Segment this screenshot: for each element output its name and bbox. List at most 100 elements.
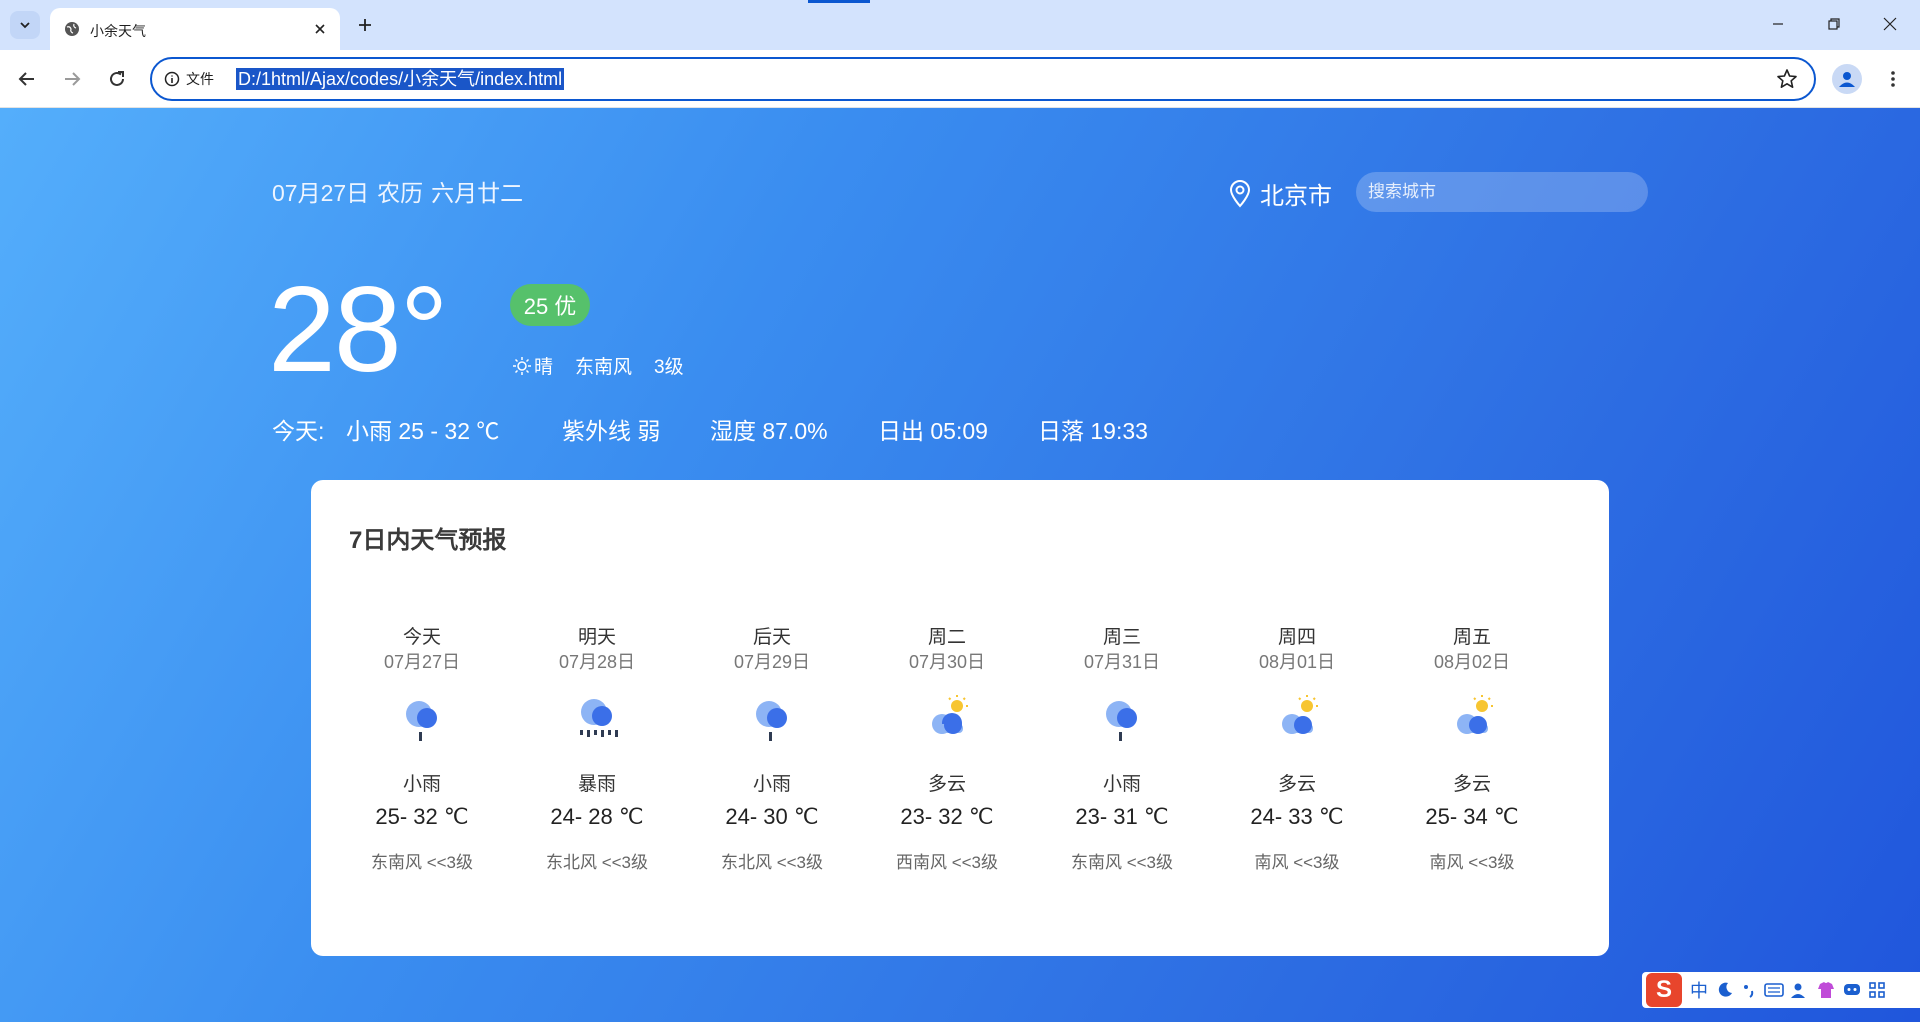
forecast-day: 周二 07月30日 多云 23- 32 ℃ 西南风 <<3级 — [872, 626, 1022, 873]
day-temp: 23- 32 ℃ — [900, 804, 994, 829]
day-condition: 多云 — [927, 774, 966, 795]
day-wind: 西南风 <<3级 — [895, 853, 999, 872]
day-wind: 东南风 <<3级 — [1070, 853, 1174, 872]
day-condition: 小雨 — [402, 774, 441, 795]
day-wind: 南风 <<3级 — [1429, 853, 1515, 872]
close-window-button[interactable] — [1862, 0, 1918, 48]
day-date: 07月31日 — [1083, 652, 1161, 672]
sunrise: 日出 05:09 — [878, 418, 988, 444]
chat-bot-icon[interactable] — [1842, 981, 1862, 999]
day-name: 后天 — [752, 627, 791, 648]
forecast-title: 7日内天气预报 — [349, 527, 507, 554]
close-icon — [1883, 17, 1897, 31]
day-condition: 小雨 — [752, 774, 791, 795]
skin-shirt-icon[interactable] — [1816, 981, 1836, 999]
sun-icon — [513, 356, 531, 375]
new-tab-button[interactable] — [352, 12, 378, 38]
url-scheme-label: 文件 — [186, 72, 214, 88]
day-date: 07月29日 — [733, 652, 811, 672]
day-name: 周五 — [1452, 627, 1491, 648]
arrow-left-icon — [18, 72, 34, 86]
day-date: 07月27日 — [383, 652, 461, 672]
user-voice-icon[interactable] — [1790, 981, 1810, 999]
browser-toolbar: 文件 D:/1html/Ajax/codes/小余天气/index.html — [0, 50, 1920, 108]
close-icon — [315, 24, 325, 34]
sunset: 日落 19:33 — [1038, 418, 1148, 444]
url-text[interactable]: D:/1html/Ajax/codes/小余天气/index.html — [236, 68, 565, 90]
day-wind: 东南风 <<3级 — [370, 853, 474, 872]
forecast-day: 后天 07月29日 小雨 24- 30 ℃ 东北风 <<3级 — [697, 626, 847, 873]
forecast-day: 今天 07月27日 小雨 25- 32 ℃ 东南风 <<3级 — [347, 626, 497, 873]
forecast-day: 周五 08月02日 多云 25- 34 ℃ 南风 <<3级 — [1397, 626, 1547, 873]
browser-menu-button[interactable] — [1880, 64, 1906, 94]
day-name: 周三 — [1102, 627, 1141, 648]
forecast-day: 周四 08月01日 多云 24- 33 ℃ 南风 <<3级 — [1222, 626, 1372, 873]
back-button[interactable] — [12, 64, 42, 94]
restore-button[interactable] — [1806, 0, 1862, 48]
tab-title: 小余天气 — [90, 24, 146, 40]
day-condition: 暴雨 — [577, 774, 616, 795]
date-line: 07月27日 农历 六月廿二 — [272, 174, 531, 208]
sogou-logo[interactable]: S — [1646, 973, 1682, 1007]
day-name: 今天 — [402, 627, 441, 648]
browser-tab[interactable]: 小余天气 — [50, 8, 340, 50]
heavy-rain-icon — [580, 699, 618, 737]
site-info-button[interactable]: 文件 — [164, 69, 214, 89]
wind-level: 3级 — [654, 357, 684, 378]
weather-page: 07月27日农历六月廿二 北京市 28° 25 优 晴 东南风 3级 今天: 小… — [0, 108, 1920, 1022]
bookmark-star-icon[interactable] — [1776, 68, 1798, 90]
punctuation-icon[interactable] — [1740, 981, 1758, 999]
more-vertical-icon — [1891, 71, 1895, 87]
day-condition: 多云 — [1452, 774, 1491, 795]
day-wind: 东北风 <<3级 — [545, 853, 649, 872]
user-avatar-icon — [1839, 72, 1855, 87]
city-name: 北京市 — [1260, 183, 1332, 210]
day-temp: 24- 30 ℃ — [725, 804, 819, 829]
minimize-button[interactable] — [1750, 0, 1806, 48]
forward-button[interactable] — [57, 64, 87, 94]
day-wind: 南风 <<3级 — [1254, 853, 1340, 872]
forecast-card: 7日内天气预报 今天 07月27日 小雨 25- 32 ℃ 东南风 <<3级 明… — [311, 480, 1609, 956]
partly-cloudy-icon — [1282, 695, 1318, 734]
day-date: 07月30日 — [908, 652, 986, 672]
day-temp: 24- 33 ℃ — [1250, 804, 1344, 829]
tab-close-button[interactable] — [310, 19, 330, 39]
tab-indicator — [808, 0, 870, 3]
day-date: 08月01日 — [1258, 652, 1336, 672]
current-condition: 晴 — [534, 357, 554, 378]
day-condition: 小雨 — [1102, 774, 1141, 795]
location-pin-icon — [1229, 179, 1251, 207]
profile-button[interactable] — [1832, 64, 1862, 94]
location-selector[interactable]: 北京市 — [1228, 176, 1332, 211]
tab-search-button[interactable] — [10, 11, 40, 39]
day-date: 08月02日 — [1433, 652, 1511, 672]
aqi-badge: 25 优 — [510, 284, 590, 326]
moon-icon[interactable] — [1716, 981, 1734, 999]
wind-direction: 东南风 — [575, 357, 633, 378]
city-search-input[interactable] — [1356, 172, 1648, 212]
ime-toolbar: S 中 — [1642, 972, 1920, 1008]
keyboard-icon[interactable] — [1764, 981, 1784, 999]
plus-icon — [359, 19, 371, 31]
day-condition: 多云 — [1277, 774, 1316, 795]
grid-apps-icon[interactable] — [1868, 981, 1886, 999]
light-rain-icon — [1106, 701, 1137, 741]
current-temperature: 28° — [268, 261, 448, 397]
minimize-icon — [1773, 23, 1783, 25]
tab-strip: 小余天气 — [0, 0, 1920, 50]
reload-button[interactable] — [102, 64, 132, 94]
address-bar[interactable]: 文件 D:/1html/Ajax/codes/小余天气/index.html — [150, 57, 1816, 101]
globe-icon — [65, 22, 79, 36]
day-wind: 东北风 <<3级 — [720, 853, 824, 872]
lunar-label: 农历 — [377, 180, 424, 206]
day-date: 07月28日 — [558, 652, 636, 672]
day-name: 周二 — [927, 627, 966, 648]
humidity: 湿度 87.0% — [710, 418, 828, 444]
light-rain-icon — [756, 701, 787, 741]
partly-cloudy-icon — [932, 695, 968, 734]
reload-icon — [110, 71, 124, 86]
partly-cloudy-icon — [1457, 695, 1493, 734]
forecast-days: 今天 07月27日 小雨 25- 32 ℃ 东南风 <<3级 明天 07月28日… — [347, 626, 1575, 886]
ime-mode-toggle[interactable]: 中 — [1688, 977, 1710, 1003]
day-name: 周四 — [1277, 627, 1316, 648]
